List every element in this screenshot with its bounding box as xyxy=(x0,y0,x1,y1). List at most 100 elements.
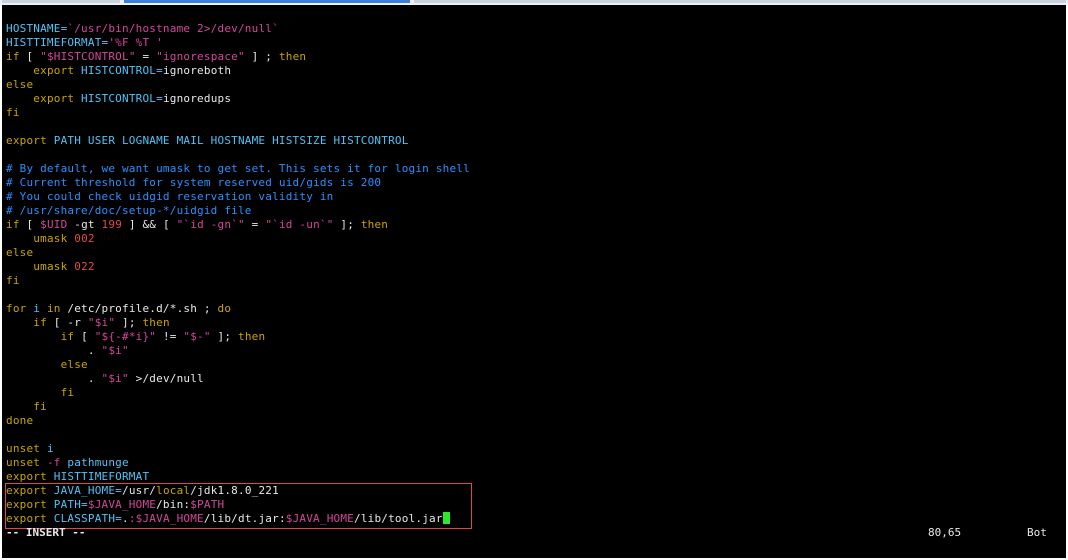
code-line[interactable]: . "$i" xyxy=(6,344,129,358)
code-token: >/dev/null xyxy=(128,372,204,385)
code-token: fi xyxy=(6,274,20,287)
code-token: ]; xyxy=(210,330,239,343)
scroll-indicator: Bot xyxy=(1027,526,1047,539)
code-token: 002 xyxy=(67,232,95,245)
code-token: else xyxy=(6,78,34,91)
code-token: for xyxy=(6,302,27,315)
code-token: [ -r xyxy=(46,316,88,329)
code-line[interactable]: unset i xyxy=(6,442,54,456)
code-line[interactable]: fi xyxy=(6,386,74,400)
code-token: fi xyxy=(6,106,20,119)
code-token: "${-#*i}" xyxy=(94,330,157,343)
code-line[interactable]: export HISTTIMEFORMAT xyxy=(6,470,149,484)
code-token: # You could check uidgid reservation val… xyxy=(6,190,334,203)
terminal-window[interactable]: HOSTNAME=`/usr/bin/hostname 2>/dev/null`… xyxy=(2,5,1066,558)
code-token: export xyxy=(6,470,47,483)
code-token: "$i" xyxy=(101,344,129,357)
code-token: $UID xyxy=(40,218,68,231)
code-line[interactable]: # /usr/share/doc/setup-*/uidgid file xyxy=(6,204,252,218)
code-line[interactable]: else xyxy=(6,246,33,260)
code-token: [ xyxy=(74,330,95,343)
code-token: . xyxy=(6,344,102,357)
code-token: . xyxy=(6,372,102,385)
code-token: then xyxy=(278,50,307,63)
code-line[interactable]: # Current threshold for system reserved … xyxy=(6,176,381,190)
code-line[interactable]: for i in /etc/profile.d/*.sh ; do xyxy=(6,302,231,316)
tab-inactive[interactable] xyxy=(414,0,1066,3)
code-token: done xyxy=(6,414,34,427)
code-token: = xyxy=(135,50,157,63)
code-token: else xyxy=(60,358,88,371)
code-token: "ignorespace" xyxy=(156,50,245,63)
code-token: umask xyxy=(33,260,68,273)
code-token: then xyxy=(142,316,170,329)
code-token: [ xyxy=(19,50,41,63)
code-line[interactable]: unset -f pathmunge xyxy=(6,456,129,470)
code-line[interactable]: umask 022 xyxy=(6,260,95,274)
code-token: # Current threshold for system reserved … xyxy=(6,176,382,189)
code-line[interactable]: HOSTNAME=`/usr/bin/hostname 2>/dev/null` xyxy=(6,22,279,36)
code-token: in xyxy=(46,302,61,315)
code-token: ignoreboth xyxy=(162,64,232,77)
tab-inactive[interactable] xyxy=(2,0,120,3)
code-token: pathmunge xyxy=(60,456,129,469)
code-token: # By default, we want umask to get set. … xyxy=(6,162,470,175)
code-line[interactable]: HISTTIMEFORMAT='%F %T ' xyxy=(6,36,163,50)
code-token: fi xyxy=(33,400,47,413)
code-token: ] ; xyxy=(244,50,279,63)
code-token: HISTTIMEFORMAT xyxy=(46,470,150,483)
code-token: "$i" xyxy=(87,316,116,329)
code-line[interactable]: umask 002 xyxy=(6,232,95,246)
code-line[interactable]: # By default, we want umask to get set. … xyxy=(6,162,470,176)
code-line[interactable]: . "$i" >/dev/null xyxy=(6,372,204,386)
code-token: unset xyxy=(6,456,41,469)
code-line[interactable]: done xyxy=(6,414,33,428)
code-token: i xyxy=(26,302,47,315)
code-line[interactable]: if [ $UID -gt 199 ] && [ "`id -gn`" = "`… xyxy=(6,218,388,232)
code-token: "$HISTCONTROL" xyxy=(40,50,136,63)
code-token: "$-" xyxy=(183,330,211,343)
code-token: fi xyxy=(60,386,75,399)
code-token: /etc/profile.d/*.sh ; xyxy=(60,302,218,315)
code-line[interactable]: export HISTCONTROL=ignoredups xyxy=(6,92,231,106)
code-line[interactable]: export HISTCONTROL=ignoreboth xyxy=(6,64,231,78)
code-token: ignoredups xyxy=(162,92,232,105)
code-token: `/usr/bin/hostname 2>/dev/null` xyxy=(67,22,279,35)
code-token: do xyxy=(217,302,232,315)
code-token: -f xyxy=(40,456,61,469)
code-token: PATH USER LOGNAME MAIL HOSTNAME HISTSIZE… xyxy=(46,134,409,147)
cursor-position: 80,65 xyxy=(928,526,962,539)
code-token: # /usr/share/doc/setup-*/uidgid file xyxy=(6,204,252,217)
highlight-box xyxy=(5,483,472,529)
code-token: then xyxy=(238,330,266,343)
code-token: HOSTNAME= xyxy=(6,22,68,35)
code-token: if xyxy=(6,50,20,63)
code-line[interactable]: fi xyxy=(6,106,20,120)
code-line[interactable]: if [ -r "$i" ]; then xyxy=(6,316,170,330)
code-line[interactable]: if [ "${-#*i}" != "$-" ]; then xyxy=(6,330,266,344)
code-token: '%F %T ' xyxy=(108,36,163,49)
code-line[interactable]: export PATH USER LOGNAME MAIL HOSTNAME H… xyxy=(6,134,409,148)
code-token: HISTTIMEFORMAT= xyxy=(6,36,109,49)
code-line[interactable]: if [ "$HISTCONTROL" = "ignorespace" ] ; … xyxy=(6,50,306,64)
code-line[interactable]: fi xyxy=(6,274,20,288)
code-token: if xyxy=(60,330,75,343)
tab-active[interactable] xyxy=(124,0,410,3)
code-line[interactable]: fi xyxy=(6,400,47,414)
code-token: unset xyxy=(6,442,41,455)
code-token: i xyxy=(40,442,54,455)
code-token: != xyxy=(156,330,184,343)
code-token: "`id -un`" xyxy=(265,218,334,231)
code-token: export xyxy=(33,92,75,105)
code-line[interactable]: else xyxy=(6,358,88,372)
code-line[interactable]: # You could check uidgid reservation val… xyxy=(6,190,333,204)
code-line[interactable]: else xyxy=(6,78,33,92)
code-token: ] && [ xyxy=(122,218,177,231)
